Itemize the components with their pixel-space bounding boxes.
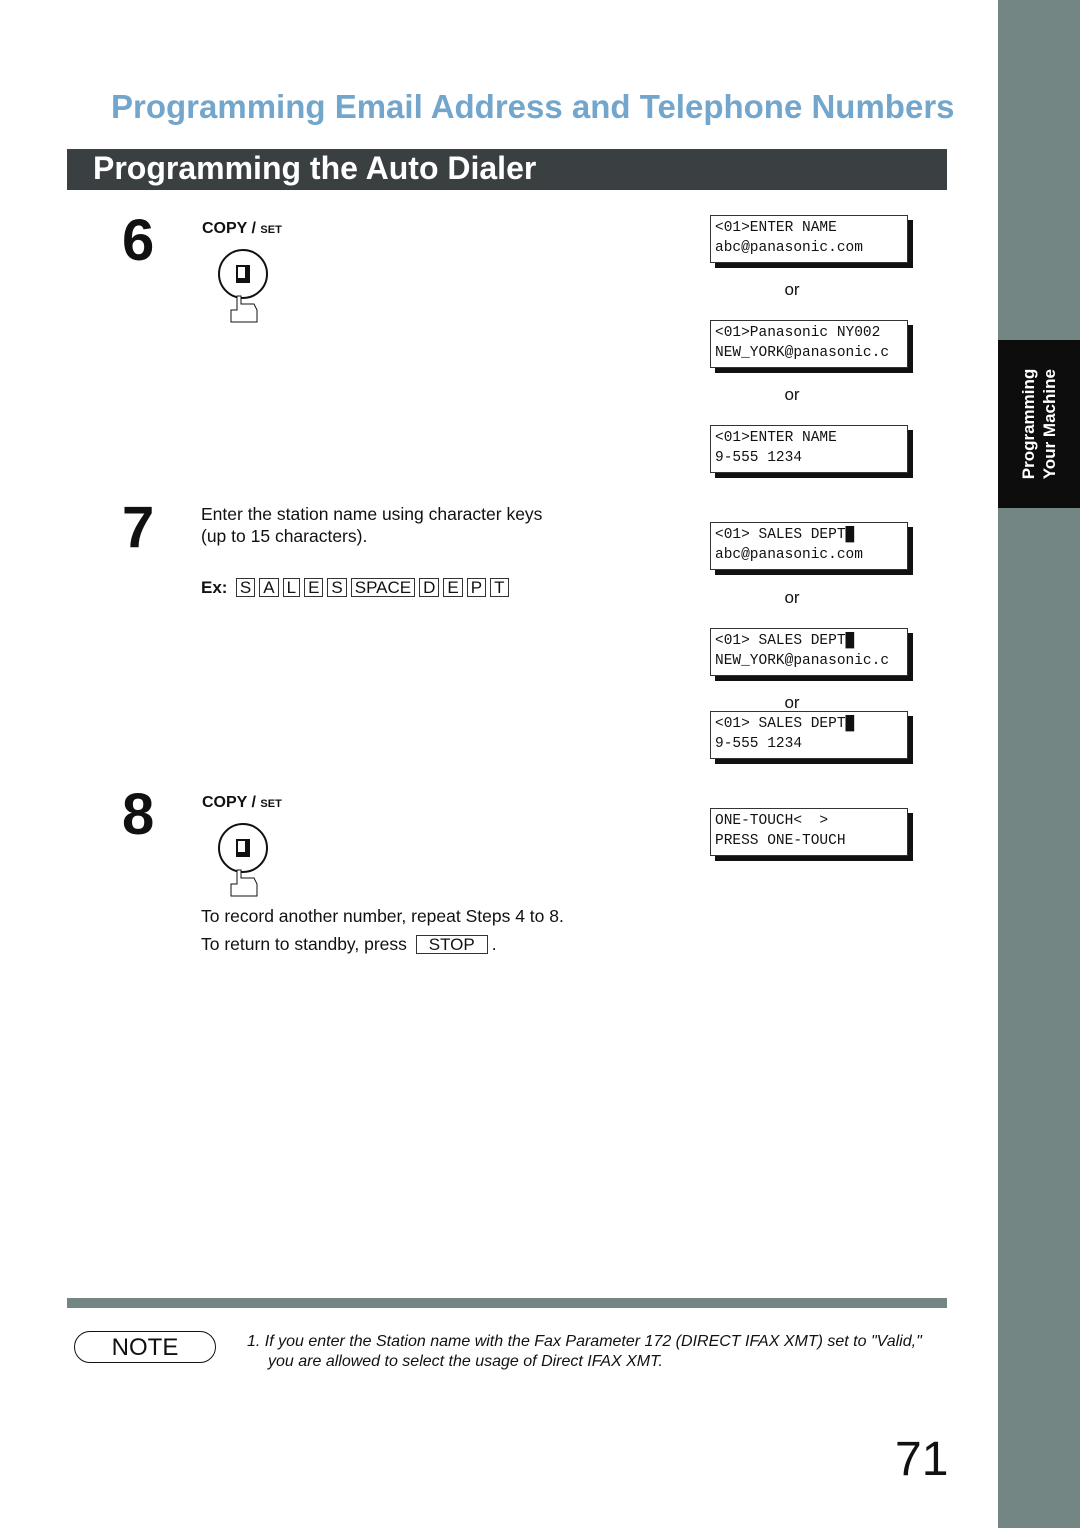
manual-page: Programming Your Machine Programming Emai…	[0, 0, 1080, 1528]
section-title: Programming Email Address and Telephone …	[111, 88, 955, 125]
side-tab-line2: Your Machine	[1040, 369, 1059, 480]
key-label-small: SET	[260, 224, 282, 236]
lcd-line-1: <01> SALES DEPT█	[715, 716, 855, 732]
page-number: 71	[895, 1433, 949, 1486]
step-number-6: 6	[122, 208, 155, 273]
stop-key: STOP	[415, 935, 488, 954]
or-label: or	[784, 385, 800, 404]
lcd-line-1: <01>ENTER NAME	[715, 430, 837, 446]
lcd-line-2: PRESS ONE-TOUCH	[715, 833, 846, 849]
note-text: 1. If you enter the Station name with th…	[247, 1332, 922, 1372]
step-7-text-1: Enter the station name using character k…	[201, 504, 543, 524]
lcd-line-2: 9-555 1234	[715, 450, 803, 466]
key-d: D	[419, 578, 440, 597]
standby-text: To return to standby, press	[201, 934, 407, 954]
key-label-small: SET	[260, 798, 282, 810]
note-line-2: you are allowed to select the usage of D…	[268, 1353, 663, 1370]
side-tab-line1: Programming	[1019, 368, 1038, 480]
key-s: S	[235, 578, 256, 597]
divider	[67, 1298, 947, 1308]
lcd-display: <01>ENTER NAME abc@panasonic.com	[710, 215, 908, 263]
lcd-display: <01> SALES DEPT█ abc@panasonic.com	[710, 522, 908, 570]
key-label: COPY /	[202, 794, 256, 811]
copy-set-label: COPY / SET	[202, 794, 282, 812]
step-number-7: 7	[122, 495, 155, 560]
side-band	[998, 0, 1080, 1528]
example-key-sequence: Ex: S A L E S SPACE D E P T	[201, 578, 513, 598]
key-a: A	[259, 578, 279, 597]
lcd-line-1: <01>ENTER NAME	[715, 220, 837, 236]
period: .	[491, 934, 497, 954]
lcd-line-2: 9-555 1234	[715, 736, 803, 752]
lcd-display: <01> SALES DEPT█ 9-555 1234	[710, 711, 908, 759]
copy-set-button-icon	[218, 249, 268, 323]
side-tab: Programming Your Machine	[998, 340, 1080, 508]
note-badge: NOTE	[74, 1331, 216, 1363]
note-line-1: 1. If you enter the Station name with th…	[247, 1333, 922, 1350]
copy-set-button-icon	[218, 823, 268, 897]
step-8-text-2: To return to standby, press STOP.	[201, 934, 497, 955]
page-title: Programming the Auto Dialer	[67, 149, 947, 190]
lcd-line-1: <01> SALES DEPT█	[715, 633, 855, 649]
key-p: P	[466, 578, 487, 597]
lcd-display: <01> SALES DEPT█ NEW_YORK@panasonic.c	[710, 628, 908, 676]
lcd-display: ONE-TOUCH< > PRESS ONE-TOUCH	[710, 808, 908, 856]
lcd-line-2: NEW_YORK@panasonic.c	[715, 345, 890, 361]
key-space: SPACE	[350, 578, 416, 597]
step-number-8: 8	[122, 782, 155, 847]
lcd-display: <01>ENTER NAME 9-555 1234	[710, 425, 908, 473]
or-label: or	[784, 693, 800, 712]
lcd-line-2: abc@panasonic.com	[715, 547, 863, 563]
step-7-text-2: (up to 15 characters).	[201, 526, 368, 546]
lcd-line-1: <01> SALES DEPT█	[715, 527, 855, 543]
lcd-line-2: abc@panasonic.com	[715, 240, 863, 256]
lcd-display: <01>Panasonic NY002 NEW_YORK@panasonic.c	[710, 320, 908, 368]
key-l: L	[282, 578, 301, 597]
key-t: T	[490, 578, 509, 597]
copy-set-label: COPY / SET	[202, 220, 282, 238]
or-label: or	[784, 280, 800, 299]
ex-label: Ex:	[201, 578, 228, 597]
step-8-text-1: To record another number, repeat Steps 4…	[201, 906, 564, 926]
lcd-line-1: ONE-TOUCH< >	[715, 813, 829, 829]
key-e: E	[443, 578, 463, 597]
key-e: E	[304, 578, 324, 597]
lcd-line-2: NEW_YORK@panasonic.c	[715, 653, 890, 669]
key-label: COPY /	[202, 220, 256, 237]
lcd-line-1: <01>Panasonic NY002	[715, 325, 881, 341]
or-label: or	[784, 588, 800, 607]
key-s: S	[327, 578, 347, 597]
